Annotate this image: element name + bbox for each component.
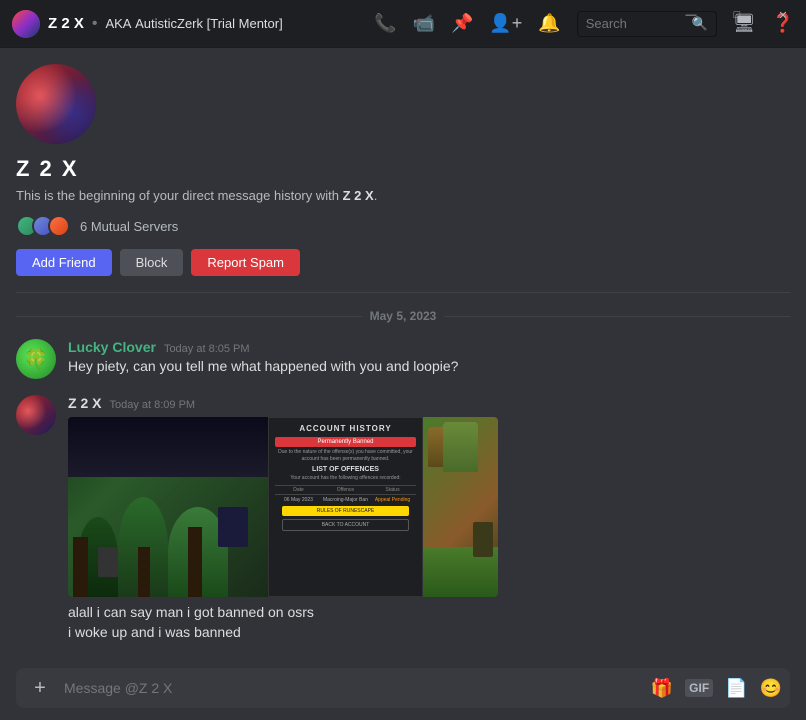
mutual-avatars <box>16 215 64 237</box>
avatar: 🍀 <box>16 339 56 379</box>
message-text: i woke up and i was banned <box>68 623 790 643</box>
acc-td-status: Appeal Pending <box>369 497 416 503</box>
message-group: Z 2 X Today at 8:09 PM <box>16 395 790 642</box>
emoji-icon[interactable]: 😊 <box>760 678 782 699</box>
acc-th-date: Date <box>275 487 322 493</box>
add-friend-button[interactable]: Add Friend <box>16 249 112 276</box>
video-icon[interactable]: 📹 <box>413 13 435 34</box>
acc-table-row: 06 May 2023 Macroing-Major Ban Appeal Pe… <box>275 497 416 503</box>
message-content: Z 2 X Today at 8:09 PM <box>68 395 790 642</box>
message-time: Today at 8:05 PM <box>164 343 250 355</box>
message-text: Hey piety, can you tell me what happened… <box>68 357 790 377</box>
message-text: alall i can say man i got banned on osrs <box>68 603 790 623</box>
report-spam-button[interactable]: Report Spam <box>191 249 300 276</box>
acc-banned-badge: Permanently Banned <box>275 437 416 447</box>
close-button[interactable]: ✕ <box>760 0 806 30</box>
message-author: Z 2 X <box>68 395 101 411</box>
input-actions: 🎁 GIF 📄 😊 <box>651 678 782 699</box>
message-content: Lucky Clover Today at 8:05 PM Hey piety,… <box>68 339 790 379</box>
attach-button[interactable]: + <box>24 672 56 704</box>
message-header: Z 2 X Today at 8:09 PM <box>68 395 790 411</box>
block-button[interactable]: Block <box>120 249 184 276</box>
gift-icon[interactable]: 🎁 <box>651 678 673 699</box>
title-aka: AKA AutisticZerk [Trial Mentor] <box>105 16 282 31</box>
acc-banned-text: Due to the nature of the offense(s) you … <box>275 449 416 462</box>
profile-avatar <box>16 64 96 144</box>
acc-th-status: Status <box>369 487 416 493</box>
mutual-servers: 6 Mutual Servers <box>16 215 790 237</box>
input-wrapper: + 🎁 GIF 📄 😊 <box>16 668 790 708</box>
pin-icon[interactable]: 📌 <box>451 13 473 34</box>
maximize-button[interactable]: □ <box>714 0 760 30</box>
acc-table-header: Date Offence Status <box>275 485 416 495</box>
acc-history-title: ACCOUNT HISTORY <box>299 424 391 433</box>
action-buttons: Add Friend Block Report Spam <box>16 249 790 276</box>
title-username: Z 2 X <box>48 15 84 32</box>
title-avatar <box>12 10 40 38</box>
message-author: Lucky Clover <box>68 339 156 355</box>
chat-area: Z 2 X This is the beginning of your dire… <box>0 48 806 656</box>
message-time: Today at 8:09 PM <box>109 399 195 411</box>
title-separator: • <box>92 15 98 33</box>
image-right-panel <box>423 417 498 597</box>
title-bar-left: Z 2 X • AKA AutisticZerk [Trial Mentor] <box>12 10 374 38</box>
mutual-avatar-3 <box>48 215 70 237</box>
acc-td-date: 06 May 2023 <box>275 497 322 503</box>
acc-th-offence: Offence <box>322 487 369 493</box>
profile-name: Z 2 X <box>16 156 790 182</box>
acc-offences-title: LIST OF OFFENCES <box>312 466 379 473</box>
phone-icon[interactable]: 📞 <box>374 13 396 34</box>
acc-offences-sub: Your account has the following offences … <box>290 475 400 481</box>
input-area: + 🎁 GIF 📄 😊 <box>0 656 806 720</box>
image-left-panel <box>68 417 268 597</box>
message-header: Lucky Clover Today at 8:05 PM <box>68 339 790 355</box>
acc-td-offence: Macroing-Major Ban <box>322 497 369 503</box>
gif-icon[interactable]: GIF <box>685 679 713 697</box>
mutual-count: 6 Mutual Servers <box>80 219 178 234</box>
main-content: Z 2 X This is the beginning of your dire… <box>0 48 806 720</box>
window-controls: — □ ✕ <box>668 0 806 30</box>
message-input[interactable] <box>64 668 643 708</box>
minimize-button[interactable]: — <box>668 0 714 30</box>
image-center-panel: ACCOUNT HISTORY Permanently Banned Due t… <box>268 417 423 597</box>
profile-header: Z 2 X This is the beginning of your dire… <box>16 64 790 293</box>
acc-rules-btn: RULES OF RUNESCAPE <box>282 506 409 516</box>
profile-intro: This is the beginning of your direct mes… <box>16 188 790 203</box>
message-group: 🍀 Lucky Clover Today at 8:05 PM Hey piet… <box>16 339 790 379</box>
inbox-icon[interactable]: 🔔 <box>538 13 560 34</box>
chat-image: ACCOUNT HISTORY Permanently Banned Due t… <box>68 417 498 597</box>
avatar <box>16 395 56 435</box>
acc-back-btn: BACK TO ACCOUNT <box>282 519 409 531</box>
add-friend-icon[interactable]: 👤+ <box>489 13 522 34</box>
date-separator: May 5, 2023 <box>16 309 790 323</box>
file-icon[interactable]: 📄 <box>725 678 747 699</box>
